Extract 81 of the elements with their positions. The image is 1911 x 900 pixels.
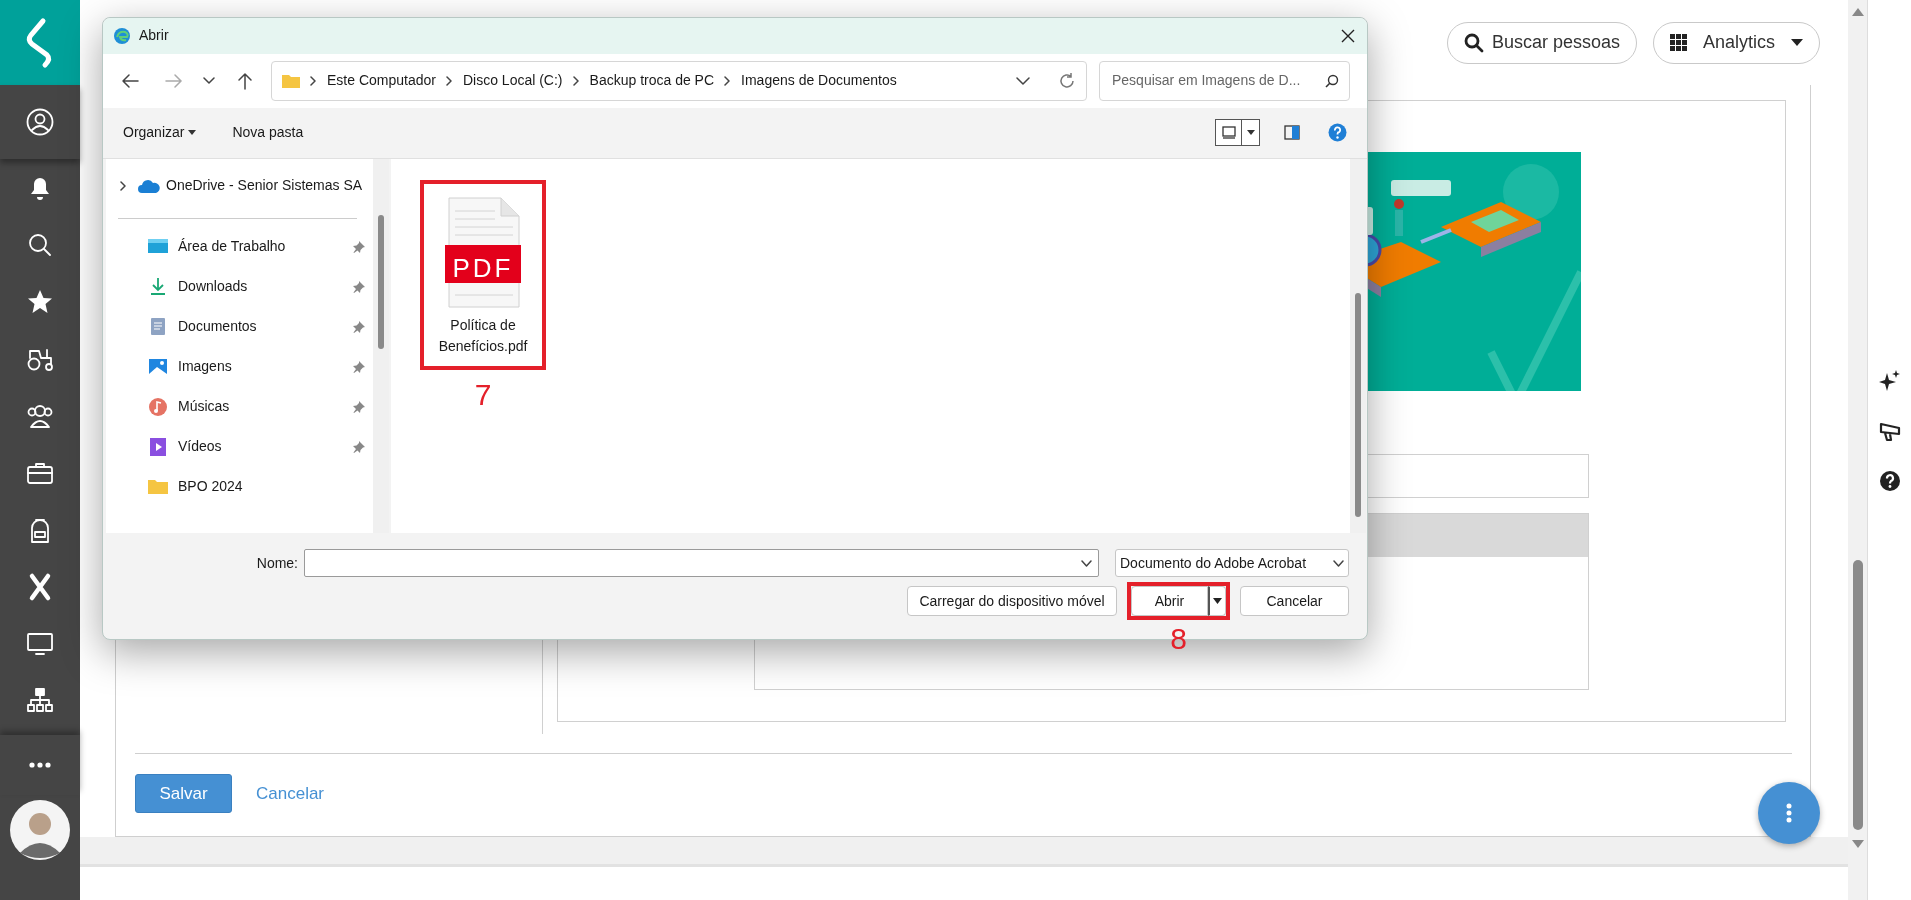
step-number: 7 bbox=[474, 379, 492, 410]
nav-item[interactable]: Downloads bbox=[178, 276, 248, 298]
sparkle-icon[interactable] bbox=[1878, 370, 1901, 392]
chevron-icon[interactable] bbox=[118, 180, 128, 191]
file-type-label: PDF bbox=[451, 252, 515, 283]
music-icon bbox=[148, 396, 168, 417]
download-icon bbox=[148, 276, 168, 297]
apps-menu-button[interactable]: Analytics bbox=[1652, 21, 1820, 64]
breadcrumb-item[interactable]: Disco Local (C:) bbox=[462, 70, 563, 92]
refresh-icon[interactable] bbox=[1058, 71, 1076, 90]
scroll-down-icon[interactable] bbox=[1851, 840, 1864, 848]
file-name-field[interactable] bbox=[304, 549, 1099, 578]
back-icon[interactable] bbox=[121, 72, 139, 89]
cancel-button[interactable]: Cancelar bbox=[1240, 586, 1349, 617]
view-menu-button[interactable] bbox=[1242, 119, 1260, 147]
pin-icon[interactable] bbox=[353, 400, 365, 413]
cloud-icon bbox=[138, 178, 160, 193]
pdf-file-icon[interactable] bbox=[443, 196, 523, 309]
breadcrumb-item[interactable]: Este Computador bbox=[327, 70, 436, 92]
file-type-dropdown[interactable]: Documento do Adobe Acrobat bbox=[1115, 549, 1349, 578]
organize-menu[interactable]: Organizar bbox=[123, 122, 197, 144]
address-bar[interactable]: Este Computador Disco Local (C:) Backup troca de PC Imagens de Documentos bbox=[271, 60, 1087, 101]
up-icon[interactable] bbox=[237, 71, 253, 90]
scrollbar[interactable] bbox=[1848, 0, 1868, 900]
pin-icon[interactable] bbox=[353, 240, 365, 253]
grid-icon bbox=[1669, 34, 1687, 51]
chevron-icon bbox=[310, 75, 317, 86]
more-icon[interactable] bbox=[29, 762, 51, 768]
chevron-down-icon bbox=[1333, 559, 1344, 567]
upload-button[interactable]: Carregar do dispositivo móvel bbox=[907, 586, 1117, 617]
folder-icon bbox=[282, 73, 300, 88]
help-icon[interactable] bbox=[1878, 470, 1901, 492]
chevron-down-icon[interactable] bbox=[203, 76, 215, 85]
pin-icon[interactable] bbox=[353, 280, 365, 293]
document-icon bbox=[148, 316, 168, 337]
breadcrumb-item[interactable]: Imagens de Documentos bbox=[741, 70, 897, 92]
scrollbar-thumb[interactable] bbox=[1852, 560, 1863, 830]
chevron-down-icon[interactable] bbox=[1081, 559, 1092, 567]
caret-icon bbox=[188, 130, 197, 136]
scroll-up-icon[interactable] bbox=[1851, 8, 1864, 16]
video-icon bbox=[148, 436, 168, 457]
nav-item[interactable]: Área de Trabalho bbox=[178, 236, 286, 258]
new-folder-button[interactable]: Nova pasta bbox=[232, 122, 304, 144]
image-icon bbox=[148, 356, 168, 377]
chevron-down-icon[interactable] bbox=[1016, 76, 1030, 85]
profile-icon[interactable] bbox=[25, 107, 55, 137]
pin-icon[interactable] bbox=[353, 320, 365, 333]
caret-icon bbox=[1791, 39, 1803, 46]
view-button[interactable] bbox=[1215, 119, 1242, 147]
nav-item[interactable]: OneDrive - Senior Sistemas SA bbox=[166, 175, 363, 197]
chevron-icon bbox=[724, 75, 732, 86]
dropdown-value: Documento do Adobe Acrobat bbox=[1120, 553, 1307, 573]
pin-icon[interactable] bbox=[353, 440, 365, 453]
search-icon bbox=[1463, 32, 1484, 53]
nav-item[interactable]: Vídeos bbox=[178, 436, 222, 458]
nav-item[interactable]: Imagens bbox=[178, 356, 232, 378]
dialog-title: Abrir bbox=[139, 26, 169, 46]
nav-item[interactable]: Documentos bbox=[178, 316, 257, 338]
megaphone-icon[interactable] bbox=[1878, 420, 1901, 442]
caret-icon bbox=[1246, 130, 1255, 136]
nav-item[interactable]: BPO 2024 bbox=[178, 476, 243, 498]
window-icon bbox=[1221, 126, 1236, 140]
nav-item[interactable]: Músicas bbox=[178, 396, 230, 418]
chevron-icon bbox=[572, 75, 580, 86]
close-icon[interactable] bbox=[1341, 28, 1355, 43]
browser-icon bbox=[113, 26, 131, 45]
file-name[interactable]: Política de Benefícios.pdf bbox=[428, 314, 538, 357]
search-input[interactable]: Pesquisar em Imagens de D... bbox=[1110, 69, 1310, 93]
preview-pane-icon[interactable] bbox=[1284, 125, 1300, 141]
name-label: Nome: bbox=[256, 553, 298, 573]
avatar[interactable] bbox=[9, 799, 71, 861]
breadcrumb-item[interactable]: Backup troca de PC bbox=[589, 70, 715, 92]
open-button[interactable]: Abrir bbox=[1131, 586, 1208, 617]
search-field[interactable]: Pesquisar em Imagens de D... bbox=[1099, 60, 1350, 101]
step-number: 8 bbox=[1169, 624, 1188, 655]
chevron-icon bbox=[445, 75, 453, 86]
pin-icon[interactable] bbox=[353, 360, 365, 373]
dropdown-button[interactable] bbox=[1208, 586, 1226, 617]
search-people-button[interactable]: Buscar pessoas bbox=[1446, 21, 1637, 64]
caret-icon bbox=[1213, 598, 1222, 605]
search-icon[interactable] bbox=[1325, 73, 1339, 88]
